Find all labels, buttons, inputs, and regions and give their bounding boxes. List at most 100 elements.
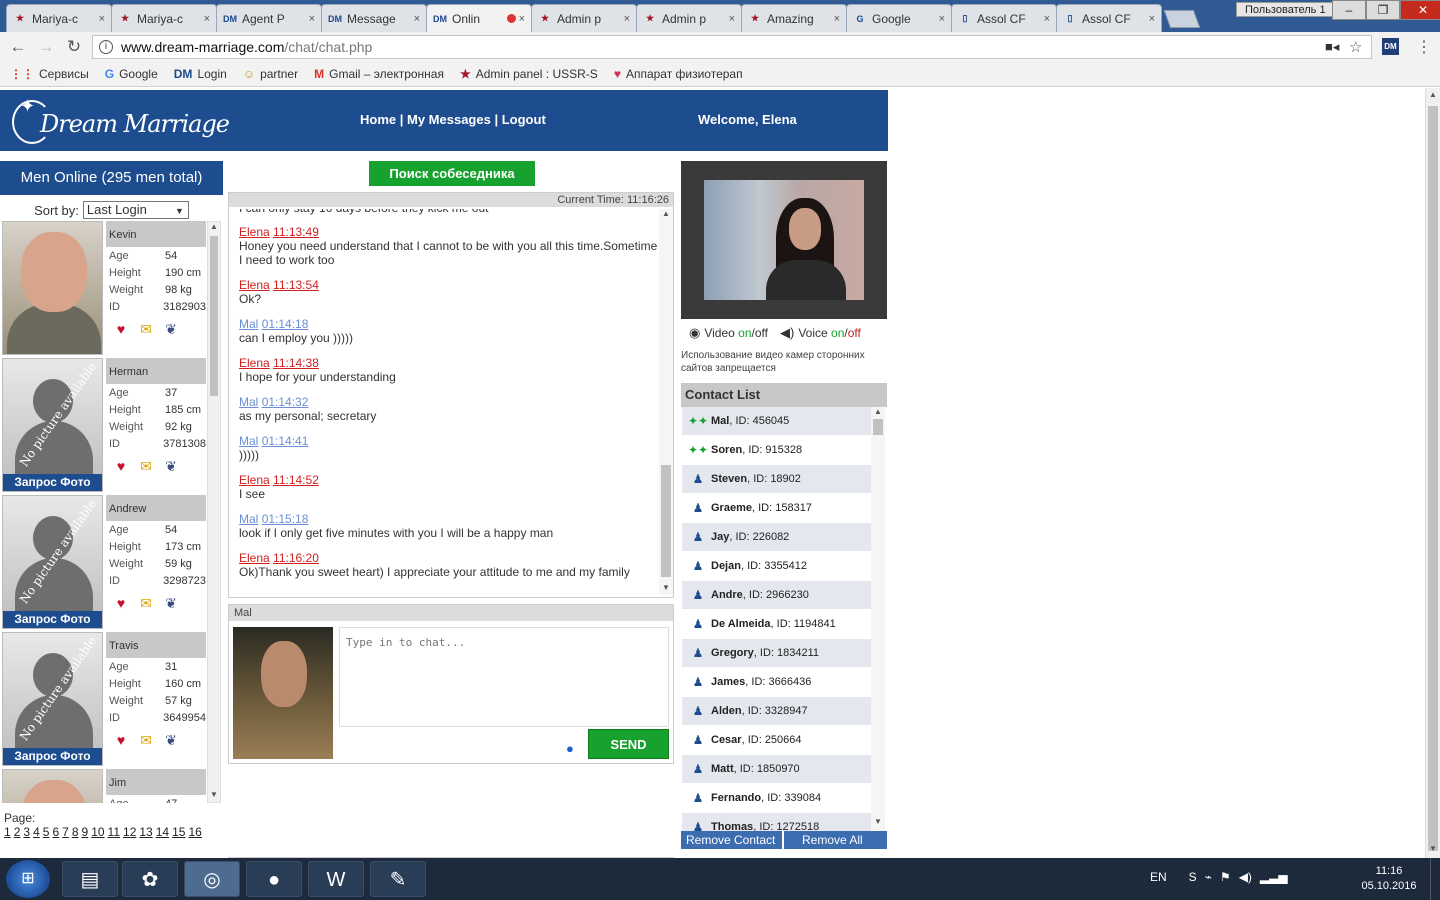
tab-close-icon[interactable]: × xyxy=(1149,13,1155,25)
heart-icon[interactable]: ♥ xyxy=(110,595,132,613)
man-photo-placeholder[interactable]: No picture available Запрос Фото xyxy=(2,632,103,766)
browser-tab[interactable]: ★ Amazing × xyxy=(741,4,847,32)
contact-item[interactable]: ♟ Graeme, ID: 158317 xyxy=(682,494,871,523)
tab-close-icon[interactable]: × xyxy=(309,13,315,25)
man-name[interactable]: Jim xyxy=(106,769,206,795)
man-photo-placeholder[interactable]: No picture available Запрос Фото xyxy=(2,358,103,492)
scroll-up-icon[interactable]: ▲ xyxy=(1429,90,1437,99)
reload-icon[interactable]: ↻ xyxy=(60,37,88,57)
heart-icon[interactable]: ♥ xyxy=(110,732,132,750)
tab-close-icon[interactable]: × xyxy=(624,13,630,25)
language-indicator[interactable]: EN xyxy=(1150,870,1167,884)
bookmark-item[interactable]: G Google xyxy=(105,67,158,81)
scroll-down-icon[interactable]: ▼ xyxy=(662,583,670,592)
browser-tab[interactable]: ★ Admin p × xyxy=(531,4,637,32)
bookmark-item[interactable]: ☺ partner xyxy=(243,67,298,81)
page-link[interactable]: 15 xyxy=(172,825,185,839)
man-name[interactable]: Travis xyxy=(106,632,206,658)
request-photo-button[interactable]: Запрос Фото xyxy=(3,611,102,628)
speech-bubble-icon[interactable]: ● xyxy=(566,741,574,756)
voice-on-toggle[interactable]: on xyxy=(831,326,844,340)
tab-close-icon[interactable]: × xyxy=(414,13,420,25)
cupid-icon[interactable]: ❦ xyxy=(160,321,182,339)
contact-scrollbar[interactable]: ▲ ▼ xyxy=(871,407,885,831)
chat-scrollbar[interactable]: ▲ ▼ xyxy=(659,209,673,595)
man-photo[interactable] xyxy=(2,221,103,355)
icq-taskbar-icon[interactable]: ✿ xyxy=(122,861,178,897)
cupid-icon[interactable]: ❦ xyxy=(160,595,182,613)
browser-tab[interactable]: ▯ Assol CF × xyxy=(1056,4,1162,32)
contact-item[interactable]: ♟ De Almeida, ID: 1194841 xyxy=(682,610,871,639)
browser-tab[interactable]: ★ Mariya-c × xyxy=(6,4,112,32)
back-icon[interactable]: ← xyxy=(4,37,32,57)
contact-item[interactable]: ♟ Jay, ID: 226082 xyxy=(682,523,871,552)
firefox-taskbar-icon[interactable]: ● xyxy=(246,861,302,897)
search-partner-button[interactable]: Поиск собеседника xyxy=(369,161,535,186)
send-button[interactable]: SEND xyxy=(588,729,669,759)
message-author[interactable]: Elena xyxy=(239,356,270,370)
mail-icon[interactable]: ✉ xyxy=(135,732,157,750)
man-name[interactable]: Herman xyxy=(106,358,206,384)
paint-taskbar-icon[interactable]: ✎ xyxy=(370,861,426,897)
tab-close-icon[interactable]: × xyxy=(519,13,525,25)
contact-item[interactable]: ♟ Cesar, ID: 250664 xyxy=(682,726,871,755)
man-photo-placeholder[interactable]: No picture available Запрос Фото xyxy=(2,495,103,629)
system-clock[interactable]: 11:16 05.10.2016 xyxy=(1356,864,1422,894)
browser-tab[interactable]: DM Agent P × xyxy=(216,4,322,32)
page-scrollbar[interactable]: ▲ ▼ xyxy=(1425,88,1440,858)
nav-home-link[interactable]: Home xyxy=(360,112,396,127)
contact-item[interactable]: ♟ Matt, ID: 1850970 xyxy=(682,755,871,784)
message-author[interactable]: Elena xyxy=(239,225,270,239)
nav-logout-link[interactable]: Logout xyxy=(502,112,546,127)
request-photo-button[interactable]: Запрос Фото xyxy=(3,474,102,491)
men-list-scroll-thumb[interactable] xyxy=(210,236,218,396)
contact-item[interactable]: ✦✦ Mal, ID: 456045 xyxy=(682,407,871,436)
forward-icon[interactable]: → xyxy=(32,37,60,57)
browser-tab[interactable]: ★ Mariya-c × xyxy=(111,4,217,32)
tray-signal-icon[interactable]: ▂▃▅ xyxy=(1260,870,1288,884)
page-link[interactable]: 16 xyxy=(188,825,201,839)
bookmark-item[interactable]: ♥ Аппарат физиотерап xyxy=(614,67,743,81)
page-link[interactable]: 12 xyxy=(123,825,136,839)
page-link[interactable]: 4 xyxy=(33,825,40,839)
contact-item[interactable]: ✦✦ Soren , ID: 915328 xyxy=(682,436,871,465)
page-scroll-thumb[interactable] xyxy=(1428,106,1438,851)
site-logo[interactable]: ✦ Dream Marriage xyxy=(10,96,265,148)
maximize-button[interactable]: ❐ xyxy=(1366,0,1400,20)
contact-item[interactable]: ♟ James, ID: 3666436 xyxy=(682,668,871,697)
man-name[interactable]: Kevin xyxy=(106,221,206,247)
bookmark-item[interactable]: M Gmail – электронная xyxy=(314,67,444,81)
page-link[interactable]: 6 xyxy=(52,825,59,839)
bookmark-item[interactable]: ★ Admin panel : USSR-S xyxy=(460,67,598,81)
chat-scroll-thumb[interactable] xyxy=(661,465,671,577)
browser-tab[interactable]: ★ Admin p × xyxy=(636,4,742,32)
browser-menu-icon[interactable]: ⋮ xyxy=(1416,37,1432,57)
tab-close-icon[interactable]: × xyxy=(939,13,945,25)
page-link[interactable]: 2 xyxy=(14,825,21,839)
heart-icon[interactable]: ♥ xyxy=(110,458,132,476)
explorer-taskbar-icon[interactable]: ▤ xyxy=(62,861,118,897)
site-info-icon[interactable]: i xyxy=(99,40,113,54)
tray-volume-icon[interactable]: ◀) xyxy=(1239,870,1252,884)
man-photo[interactable] xyxy=(2,769,103,803)
chrome-taskbar-icon[interactable]: ◎ xyxy=(184,861,240,897)
bookmark-item[interactable]: DM Login xyxy=(174,67,227,81)
mail-icon[interactable]: ✉ xyxy=(135,321,157,339)
tab-close-icon[interactable]: × xyxy=(834,13,840,25)
new-tab-button[interactable] xyxy=(1163,10,1201,28)
scroll-down-icon[interactable]: ▼ xyxy=(874,817,882,826)
contact-item[interactable]: ♟ Dejan, ID: 3355412 xyxy=(682,552,871,581)
request-photo-button[interactable]: Запрос Фото xyxy=(3,748,102,765)
page-link[interactable]: 13 xyxy=(139,825,152,839)
tab-close-icon[interactable]: × xyxy=(729,13,735,25)
scroll-up-icon[interactable]: ▲ xyxy=(210,222,218,231)
close-window-button[interactable]: ✕ xyxy=(1400,0,1440,20)
bookmark-item[interactable]: ⋮⋮ Сервисы xyxy=(10,67,89,81)
page-link[interactable]: 14 xyxy=(156,825,169,839)
url-bar[interactable]: i www.dream-marriage.com/chat/chat.php ■… xyxy=(92,35,1372,59)
man-name[interactable]: Andrew xyxy=(106,495,206,521)
video-off-toggle[interactable]: off xyxy=(755,326,768,340)
browser-tab[interactable]: DM Message × xyxy=(321,4,427,32)
message-author[interactable]: Mal xyxy=(239,395,258,409)
word-taskbar-icon[interactable]: W xyxy=(308,861,364,897)
